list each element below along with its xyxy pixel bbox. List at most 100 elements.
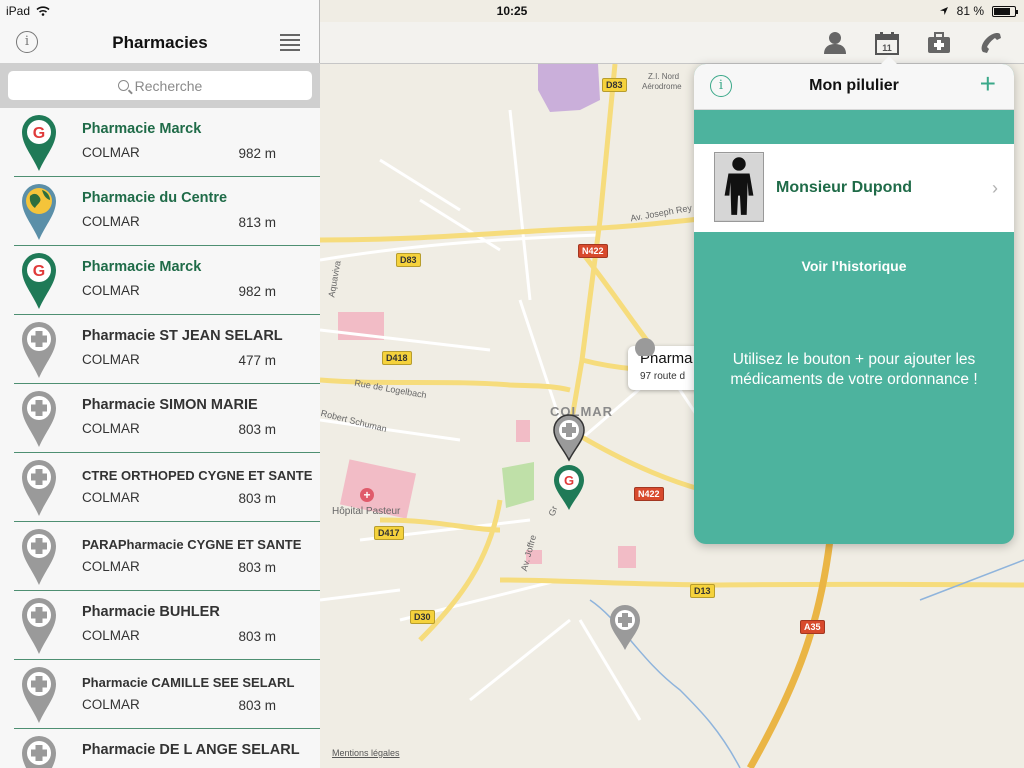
pharmacy-map-pin-selected[interactable]: G: [552, 464, 586, 512]
pharmacy-sidebar: i Pharmacies Recherche G Pharmacie Marck C…: [0, 0, 320, 768]
pharmacy-distance: 803 m: [238, 422, 276, 437]
g-green-pin-icon: G: [22, 115, 56, 171]
pharmacy-map-pin[interactable]: [552, 414, 586, 462]
pharmacy-name: Pharmacie CAMILLE SEE SELARL: [82, 675, 295, 690]
globe-blue-pin-icon: [22, 184, 56, 240]
pharmacy-list-item[interactable]: Pharmacie du Centre COLMAR 813 m: [14, 177, 320, 246]
pharmacy-distance: 803 m: [238, 491, 276, 506]
cross-gray-pin-icon: [22, 322, 56, 378]
pharmacy-name: Pharmacie DE L ANGE SELARL: [82, 742, 300, 758]
location-arrow-icon: [939, 7, 948, 15]
pharmacy-city: COLMAR: [82, 628, 140, 643]
medical-kit-icon[interactable]: [926, 30, 952, 56]
legal-link[interactable]: Mentions légales: [332, 748, 400, 758]
pharmacy-name: Pharmacie SIMON MARIE: [82, 397, 258, 413]
pharmacy-city: COLMAR: [82, 421, 140, 436]
pharmacy-city: COLMAR: [82, 145, 140, 160]
hospital-label: Hôpital Pasteur: [332, 506, 401, 517]
pharmacy-city: COLMAR: [82, 559, 140, 574]
avatar: [714, 152, 764, 222]
clock: 10:25: [496, 4, 528, 18]
cross-gray-pin-icon: [22, 460, 56, 516]
search-input[interactable]: Recherche: [8, 71, 312, 100]
pharmacy-distance: 982 m: [238, 284, 276, 299]
pharmacy-name: Pharmacie Marck: [82, 121, 202, 137]
list-icon[interactable]: [280, 34, 300, 51]
chevron-right-icon: ›: [992, 178, 998, 198]
patient-row[interactable]: Monsieur Dupond ›: [694, 144, 1014, 232]
pharmacy-distance: 803 m: [238, 629, 276, 644]
pharmacy-name: Pharmacie BUHLER: [82, 604, 220, 620]
pharmacy-list-item[interactable]: G Pharmacie Marck COLMAR 982 m: [14, 108, 320, 177]
pharmacy-list: G Pharmacie Marck COLMAR 982 m Pharmacie du …: [14, 108, 320, 768]
pharmacy-list-item[interactable]: G Pharmacie Marck COLMAR 982 m: [14, 246, 320, 315]
pharmacy-city: COLMAR: [82, 490, 140, 505]
pharmacy-map-pin[interactable]: [608, 604, 642, 652]
svg-text:G: G: [33, 263, 45, 280]
road-d30-badge: D30: [410, 610, 435, 624]
map-toolbar: 11: [320, 22, 1024, 64]
pharmacy-name: Pharmacie Marck: [82, 259, 202, 275]
pharmacy-city: COLMAR: [82, 697, 140, 712]
pilulier-popover: i Mon pilulier + Monsieur Dupond › Voir …: [694, 64, 1014, 544]
popover-header: i Mon pilulier +: [694, 64, 1014, 110]
svg-text:G: G: [33, 125, 45, 142]
pharmacy-list-item[interactable]: Pharmacie ST JEAN SELARL COLMAR 477 m: [14, 315, 320, 384]
pharmacy-distance: 477 m: [238, 353, 276, 368]
pharmacy-list-item[interactable]: PARAPharmacie CYGNE ET SANTE COLMAR 803 m: [14, 522, 320, 591]
hospital-icon: +: [360, 488, 374, 502]
sidebar-header: i Pharmacies: [0, 22, 320, 64]
search-bar: Recherche: [0, 64, 320, 108]
road-n422-badge: N422: [578, 244, 608, 258]
road-d83-badge: D83: [396, 253, 421, 267]
status-bar: iPad 10:25 81 %: [0, 0, 1024, 22]
cross-gray-pin-icon: [22, 391, 56, 447]
pharmacy-distance: 803 m: [238, 560, 276, 575]
pharmacy-name: PARAPharmacie CYGNE ET SANTE: [82, 537, 302, 552]
callout-address: 97 route d: [640, 371, 686, 382]
zone-label: Aérodrome: [642, 82, 682, 91]
add-icon[interactable]: +: [980, 69, 996, 99]
patient-name: Monsieur Dupond: [776, 179, 912, 196]
pharmacy-map-pin[interactable]: [632, 336, 658, 356]
popover-title: Mon pilulier: [809, 77, 899, 94]
pharmacy-list-item[interactable]: CTRE ORTHOPED CYGNE ET SANTE COLMAR 803 m: [14, 453, 320, 522]
phone-icon[interactable]: [978, 30, 1004, 56]
pharmacy-list-item[interactable]: Pharmacie DE L ANGE SELARL: [14, 729, 320, 768]
road-d83-badge: D83: [602, 78, 627, 92]
pharmacy-name: CTRE ORTHOPED CYGNE ET SANTE: [82, 468, 313, 483]
empty-hint: Utilisez le bouton + pour ajouter les mé…: [730, 351, 978, 388]
cross-gray-pin-icon: [22, 736, 56, 768]
pharmacy-distance: 982 m: [238, 146, 276, 161]
g-green-pin-icon: G: [22, 253, 56, 309]
road-a35-badge: A35: [800, 620, 825, 634]
calendar-icon[interactable]: 11: [874, 30, 900, 56]
svg-text:11: 11: [882, 43, 892, 53]
road-d13-badge: D13: [690, 584, 715, 598]
pharmacy-name: Pharmacie ST JEAN SELARL: [82, 328, 283, 344]
user-icon[interactable]: [822, 30, 848, 56]
pharmacy-city: COLMAR: [82, 352, 140, 367]
road-n422-badge: N422: [634, 487, 664, 501]
zone-label: Z.I. Nord: [648, 72, 680, 81]
sidebar-title: Pharmacies: [112, 33, 208, 52]
pharmacy-name: Pharmacie du Centre: [82, 190, 228, 206]
history-link[interactable]: Voir l'historique: [694, 258, 1014, 274]
cross-gray-pin-icon: [22, 529, 56, 585]
pharmacy-distance: 813 m: [238, 215, 276, 230]
pharmacy-city: COLMAR: [82, 283, 140, 298]
pharmacy-city: COLMAR: [82, 214, 140, 229]
pharmacy-distance: 803 m: [238, 698, 276, 713]
battery-icon: [992, 5, 1018, 17]
popover-arrow: [880, 56, 898, 65]
cross-gray-pin-icon: [22, 598, 56, 654]
search-placeholder: Recherche: [134, 77, 203, 94]
search-icon: [117, 80, 129, 91]
cross-gray-pin-icon: [22, 667, 56, 723]
pharmacy-list-item[interactable]: Pharmacie BUHLER COLMAR 803 m: [14, 591, 320, 660]
pharmacy-list-item[interactable]: Pharmacie CAMILLE SEE SELARL COLMAR 803 m: [14, 660, 320, 729]
svg-text:G: G: [564, 473, 574, 488]
road-d417-badge: D417: [374, 526, 404, 540]
pharmacy-list-item[interactable]: Pharmacie SIMON MARIE COLMAR 803 m: [14, 384, 320, 453]
road-d418-badge: D418: [382, 351, 412, 365]
